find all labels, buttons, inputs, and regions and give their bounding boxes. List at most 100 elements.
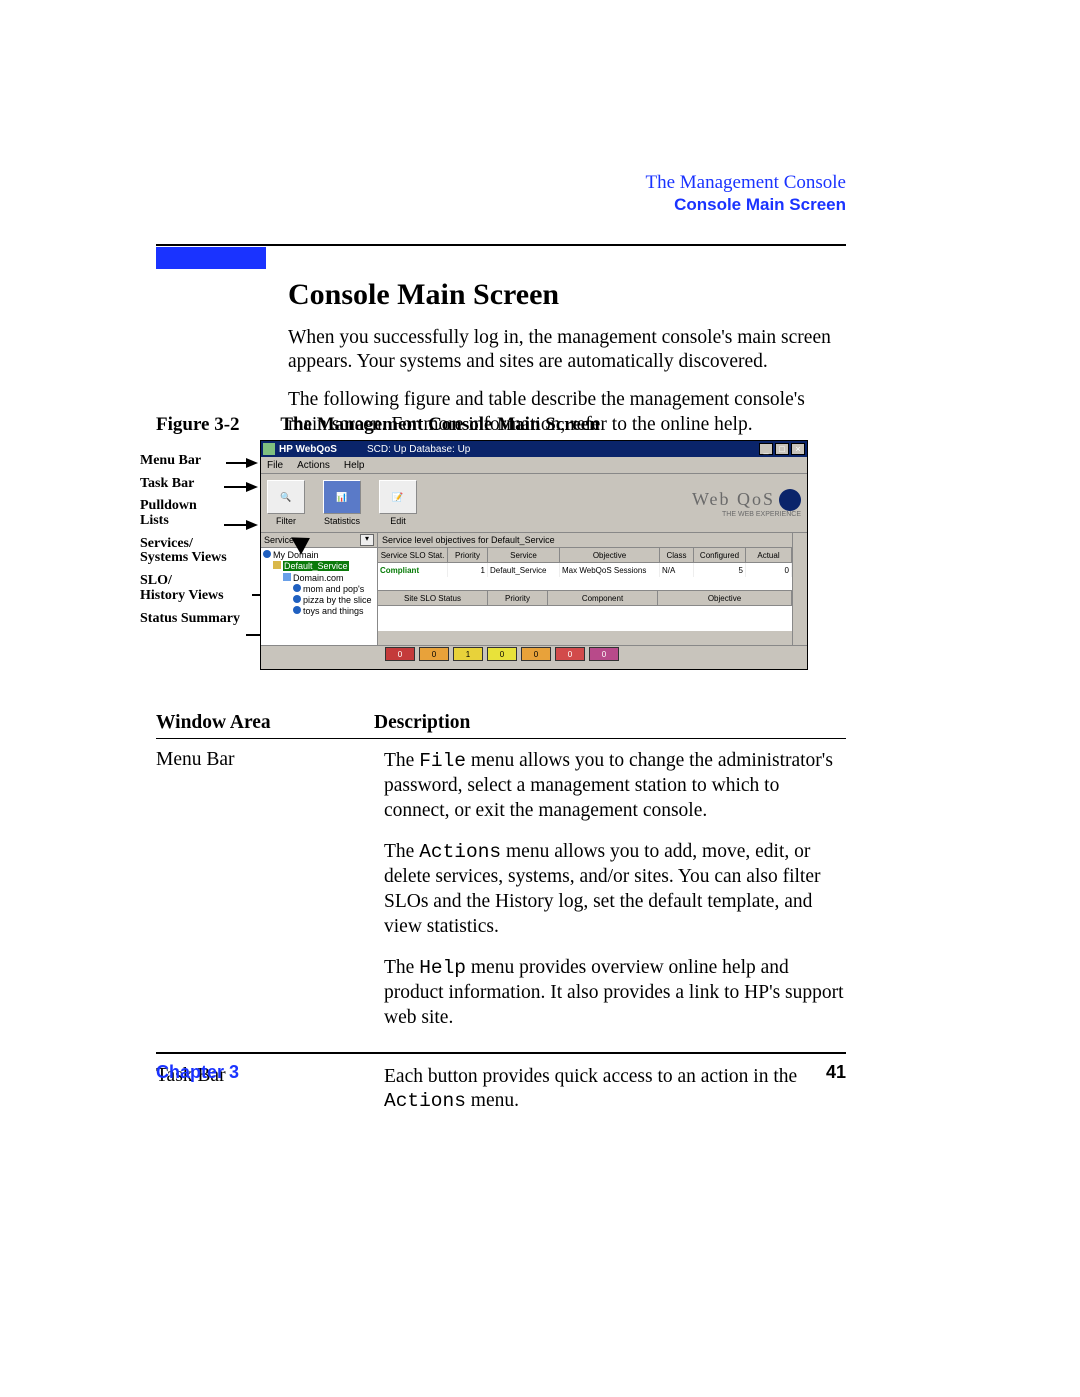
- minimize-button[interactable]: _: [759, 443, 773, 455]
- top-grid-header: Service SLO Stat. Priority Service Objec…: [378, 548, 792, 563]
- desc-para: The Help menu provides overview online h…: [384, 956, 846, 1031]
- table-row: Menu Bar The File menu allows you to cha…: [156, 749, 846, 1047]
- running-section: Console Main Screen: [645, 195, 846, 215]
- maximize-button[interactable]: □: [775, 443, 789, 455]
- cell-priority: 1: [448, 563, 488, 577]
- cell-service: Default_Service: [488, 563, 560, 577]
- toolbar-edit-label: Edit: [390, 516, 406, 526]
- app-window: HP WebQoS SCD: Up Database: Up _ □ × Fil…: [260, 440, 808, 670]
- status-block-red2[interactable]: 0: [555, 647, 585, 661]
- site-icon: [293, 606, 301, 614]
- tree-site[interactable]: pizza by the slice: [263, 595, 375, 606]
- site-icon: [293, 584, 301, 592]
- col-class[interactable]: Class: [660, 548, 694, 562]
- figure-caption: The Management Console Main Screen: [280, 414, 599, 436]
- toolbar-edit-button[interactable]: 📝 Edit: [379, 480, 417, 526]
- th-window-area: Window Area: [156, 712, 374, 734]
- table-header-row: Window Area Description: [156, 712, 846, 739]
- statistics-icon: 📊: [323, 480, 361, 514]
- toolbar-statistics-button[interactable]: 📊 Statistics: [323, 480, 361, 526]
- tree-domain-label: Domain.com: [293, 573, 344, 583]
- cell-window-area: Menu Bar: [156, 749, 384, 1047]
- running-head: The Management Console Console Main Scre…: [645, 172, 846, 215]
- toolbar: 🔍 Filter 📊 Statistics 📝 Edit Web QoS: [261, 474, 807, 533]
- col-site-status[interactable]: Site SLO Status: [378, 591, 488, 605]
- globe-icon: [263, 550, 271, 558]
- top-grid-caption: Service level objectives for Default_Ser…: [378, 533, 792, 548]
- domain-icon: [283, 573, 291, 581]
- window-status: SCD: Up Database: Up: [367, 444, 759, 455]
- toolbar-statistics-label: Statistics: [324, 516, 360, 526]
- tree-site[interactable]: toys and things: [263, 606, 375, 617]
- text: The: [384, 841, 419, 862]
- cell-actual: 0: [746, 563, 792, 577]
- close-button[interactable]: ×: [791, 443, 805, 455]
- page-title: Console Main Screen: [288, 276, 846, 314]
- col-objective2[interactable]: Objective: [658, 591, 792, 605]
- top-grid-row[interactable]: Compliant 1 Default_Service Max WebQoS S…: [378, 563, 792, 577]
- figure-label: Figure 3-2: [156, 414, 240, 436]
- col-slo[interactable]: Service SLO Stat.: [378, 548, 448, 562]
- status-block-magenta[interactable]: 0: [589, 647, 619, 661]
- bottom-grid-header: Site SLO Status Priority Component Objec…: [378, 591, 792, 606]
- top-rule: [156, 244, 846, 246]
- footer-rule: [156, 1052, 846, 1054]
- tree-site[interactable]: mom and pop's: [263, 584, 375, 595]
- product-logo: Web QoS: [692, 489, 801, 511]
- tree-pane: Services ▾ My Domain Default_Service Dom…: [261, 533, 378, 645]
- col-priority[interactable]: Priority: [448, 548, 488, 562]
- tree-selected[interactable]: Default_Service: [263, 561, 375, 572]
- status-block-orange2[interactable]: 0: [521, 647, 551, 661]
- callout-slo-history: SLO/ History Views: [140, 574, 260, 603]
- col-configured[interactable]: Configured: [694, 548, 746, 562]
- menu-help[interactable]: Help: [344, 460, 365, 471]
- arrow-icon: [226, 458, 258, 468]
- tree-domain[interactable]: Domain.com: [263, 573, 375, 584]
- bottom-grid: Site SLO Status Priority Component Objec…: [378, 591, 792, 631]
- col-service[interactable]: Service: [488, 548, 560, 562]
- menu-actions[interactable]: Actions: [297, 460, 330, 471]
- footer-chapter: Chapter 3: [156, 1062, 239, 1083]
- text: menu.: [466, 1090, 519, 1111]
- code-text: Actions: [384, 1090, 466, 1112]
- tree-selected-label: Default_Service: [283, 561, 349, 571]
- window-buttons: _ □ ×: [759, 443, 805, 455]
- tree-site-label: mom and pop's: [303, 584, 364, 594]
- tree-site-label: pizza by the slice: [303, 595, 372, 605]
- site-icon: [293, 595, 301, 603]
- menu-file[interactable]: File: [267, 460, 283, 471]
- col-component[interactable]: Component: [548, 591, 658, 605]
- menubar: File Actions Help: [261, 457, 807, 474]
- status-summary-row: 0 0 1 0 0 0 0: [261, 645, 807, 662]
- cell-description: The File menu allows you to change the a…: [384, 749, 846, 1047]
- status-block-yellow[interactable]: 1: [453, 647, 483, 661]
- main-panes: Services ▾ My Domain Default_Service Dom…: [261, 533, 807, 645]
- figure-screenshot-area: Menu Bar Task Bar Pulldown Lists Service…: [140, 440, 846, 670]
- code-text: Help: [419, 957, 466, 979]
- col-priority2[interactable]: Priority: [488, 591, 548, 605]
- status-block-yellow2[interactable]: 0: [487, 647, 517, 661]
- top-grid: Service SLO Stat. Priority Service Objec…: [378, 548, 792, 591]
- folder-icon: [273, 561, 281, 569]
- callout-status-summary: Status Summary: [140, 612, 260, 627]
- status-block-orange[interactable]: 0: [419, 647, 449, 661]
- figure-caption-row: Figure 3-2 The Management Console Main S…: [156, 414, 846, 436]
- tree-pulldown[interactable]: Services ▾: [261, 533, 377, 548]
- col-actual[interactable]: Actual: [746, 548, 792, 562]
- arrow-icon: [224, 482, 258, 492]
- page: The Management Console Console Main Scre…: [0, 0, 1080, 1397]
- status-block-red[interactable]: 0: [385, 647, 415, 661]
- filter-icon: 🔍: [267, 480, 305, 514]
- footer-page-number: 41: [826, 1062, 846, 1083]
- logo-orb-icon: [779, 489, 801, 511]
- cell-slo: Compliant: [378, 563, 448, 577]
- cell-objective: Max WebQoS Sessions: [560, 563, 660, 577]
- scrollbar[interactable]: [792, 533, 807, 645]
- callout-services-systems: Services/ Systems Views: [140, 537, 260, 566]
- col-objective[interactable]: Objective: [560, 548, 660, 562]
- toolbar-filter-button[interactable]: 🔍 Filter: [267, 480, 305, 526]
- tree-root-label: My Domain: [273, 550, 319, 560]
- edit-icon: 📝: [379, 480, 417, 514]
- th-description: Description: [374, 712, 846, 734]
- tree-root[interactable]: My Domain: [263, 550, 375, 561]
